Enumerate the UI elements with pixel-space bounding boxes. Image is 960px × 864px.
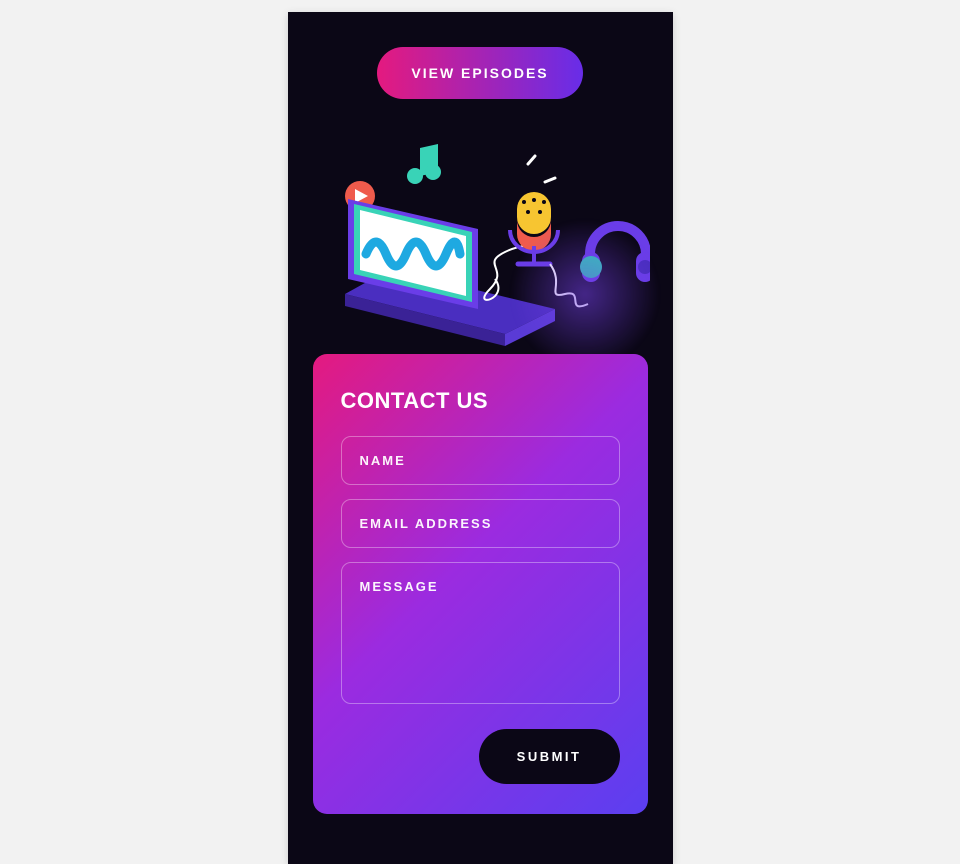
- music-note-icon: [407, 144, 441, 184]
- hero-illustration: [310, 134, 650, 349]
- phone-frame: View Episodes: [288, 12, 673, 864]
- contact-card: Contact Us Submit: [313, 354, 648, 814]
- accent-marks: [528, 156, 555, 182]
- message-field[interactable]: [341, 562, 620, 704]
- view-episodes-button[interactable]: View Episodes: [377, 47, 582, 99]
- contact-title: Contact Us: [341, 388, 620, 414]
- name-field[interactable]: [341, 436, 620, 485]
- email-field[interactable]: [341, 499, 620, 548]
- glow-effect: [510, 219, 660, 369]
- submit-button[interactable]: Submit: [479, 729, 620, 784]
